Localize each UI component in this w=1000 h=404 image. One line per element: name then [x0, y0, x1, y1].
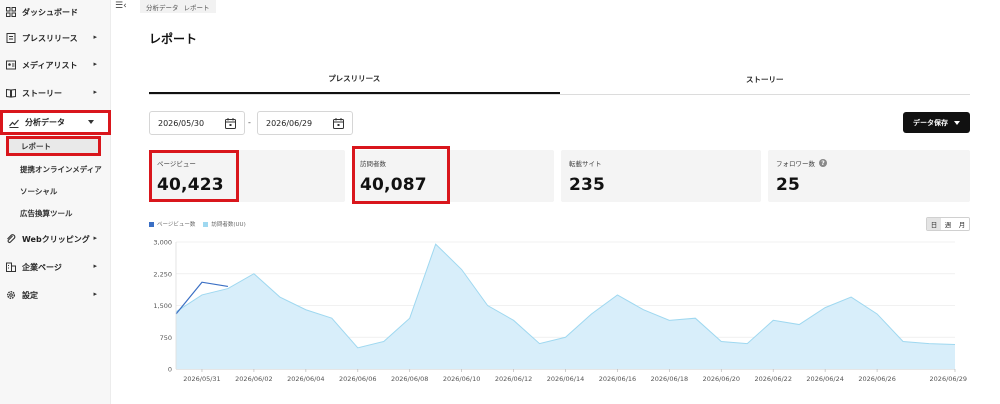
period-week-button[interactable]: 週: [941, 218, 955, 230]
tab-press-release[interactable]: プレスリリース: [149, 65, 560, 94]
breadcrumb: 分析データ レポート: [140, 0, 216, 13]
sidebar-item-analytics[interactable]: 分析データ: [0, 110, 111, 135]
page-title: レポート: [149, 32, 198, 46]
sidebar-item-web-clipping[interactable]: Webクリッピング ▸: [0, 228, 111, 250]
chevron-right-icon: ▸: [93, 262, 97, 270]
start-date-input[interactable]: 2026/05/30: [149, 111, 245, 135]
x-tick-label: 2026/06/12: [495, 375, 532, 383]
x-tick-label: 2026/06/24: [806, 375, 843, 383]
collapse-sidebar-icon[interactable]: ☰‹: [115, 1, 127, 11]
chevron-right-icon: ▸: [93, 60, 97, 68]
sidebar-item-settings[interactable]: 設定 ▸: [0, 284, 111, 306]
x-tick-label: 2026/06/14: [547, 375, 584, 383]
x-tick-label: 2026/06/29: [930, 375, 967, 383]
sidebar-item-label: 分析データ: [25, 118, 65, 127]
sidebar-item-label: ダッシュボード: [22, 7, 78, 17]
caret-down-icon: [954, 120, 960, 125]
breadcrumb-item: レポート: [183, 3, 210, 12]
visits-chart: 0 750 1,500 2,250 3,000 2026/05/31 2026/06/02 2…: [153, 239, 967, 384]
calendar-icon: [225, 118, 236, 129]
stat-value: 235: [569, 175, 606, 195]
contacts-icon: [5, 59, 17, 71]
date-range-separator: -: [248, 118, 251, 127]
visitors-line: [175, 243, 956, 349]
calendar-icon: [333, 118, 344, 129]
stat-value: 25: [776, 175, 801, 195]
gear-icon: [5, 289, 17, 301]
document-icon: [5, 32, 17, 44]
period-toggle: 日 週 月: [926, 217, 970, 231]
chevron-right-icon: ▸: [93, 88, 97, 96]
stat-label: 転載サイト: [569, 160, 602, 168]
tab-story[interactable]: ストーリー: [560, 65, 971, 94]
x-tick-label: 2026/06/20: [703, 375, 740, 383]
sidebar-item-label: 企業ページ: [22, 262, 62, 272]
x-tick-label: 2026/06/02: [235, 375, 272, 383]
stat-label: フォロワー数: [776, 160, 815, 168]
sidebar-subitem-partner-media[interactable]: 提携オンラインメディア: [0, 159, 111, 179]
x-tick-label: 2026/06/04: [287, 375, 324, 383]
y-tick-label: 1,500: [153, 302, 172, 310]
sidebar-subitem-social[interactable]: ソーシャル: [0, 181, 111, 201]
analytics-icon: [8, 117, 20, 129]
sidebar-item-label: 設定: [22, 290, 38, 300]
sidebar-item-label: プレスリリース: [22, 33, 78, 43]
legend-item-visitors[interactable]: 訪問者数(UU): [203, 220, 246, 228]
x-tick-label: 2026/05/31: [183, 375, 220, 383]
visitors-area: [176, 244, 955, 369]
period-month-button[interactable]: 月: [955, 218, 969, 230]
x-tick-label: 2026/06/10: [443, 375, 480, 383]
sidebar-item-press-release[interactable]: プレスリリース ▸: [0, 27, 111, 49]
clip-icon: [5, 233, 17, 245]
legend-item-pageviews[interactable]: ページビュー数: [149, 220, 195, 228]
dashboard-icon: [5, 6, 17, 18]
sidebar-item-story[interactable]: ストーリー ▸: [0, 82, 111, 104]
stat-card-followers: フォロワー数 ? 25: [768, 150, 970, 202]
y-tick-label: 2,250: [153, 270, 172, 278]
sidebar: ダッシュボード プレスリリース ▸ メディアリスト ▸ ストーリー ▸ 分析デー…: [0, 0, 111, 404]
period-day-button[interactable]: 日: [927, 218, 941, 230]
sidebar-item-label: メディアリスト: [22, 60, 78, 70]
x-tick-label: 2026/06/18: [651, 375, 688, 383]
chevron-right-icon: ▸: [93, 290, 97, 298]
sidebar-item-label: ストーリー: [22, 88, 62, 98]
breadcrumb-item[interactable]: 分析データ: [146, 2, 179, 12]
x-tick-label: 2026/06/22: [754, 375, 791, 383]
chevron-right-icon: ▸: [93, 234, 97, 242]
highlight-box-pageviews: [149, 150, 239, 202]
sidebar-item-dashboard[interactable]: ダッシュボード: [0, 1, 111, 23]
x-tick-label: 2026/06/26: [858, 375, 895, 383]
chart-legend: ページビュー数 訪問者数(UU): [149, 220, 246, 228]
sidebar-subitem-report[interactable]: レポート: [6, 136, 101, 156]
y-tick-label: 3,000: [153, 239, 172, 247]
sidebar-item-media-list[interactable]: メディアリスト ▸: [0, 54, 111, 76]
y-tick-label: 0: [168, 366, 172, 374]
sidebar-item-company-page[interactable]: 企業ページ ▸: [0, 256, 111, 278]
x-tick-label: 2026/06/08: [391, 375, 428, 383]
end-date-input[interactable]: 2026/06/29: [257, 111, 353, 135]
y-tick-label: 750: [160, 334, 172, 342]
x-tick-label: 2026/06/16: [599, 375, 636, 383]
sidebar-item-label: Webクリッピング: [22, 234, 90, 244]
chevron-right-icon: ▸: [93, 33, 97, 41]
chevron-down-icon: [88, 120, 94, 124]
stat-card-reposted-sites: 転載サイト 235: [561, 150, 761, 202]
content-tabs: プレスリリース ストーリー: [149, 65, 970, 95]
highlight-box-visitors: [352, 146, 450, 204]
pageviews-line: [175, 281, 229, 315]
x-tick-label: 2026/06/06: [339, 375, 376, 383]
sidebar-subitem-ad-conversion[interactable]: 広告換算ツール: [0, 203, 111, 223]
book-icon: [5, 87, 17, 99]
save-data-button[interactable]: データ保存: [903, 112, 970, 133]
company-icon: [5, 261, 17, 273]
help-icon[interactable]: ?: [819, 159, 827, 167]
